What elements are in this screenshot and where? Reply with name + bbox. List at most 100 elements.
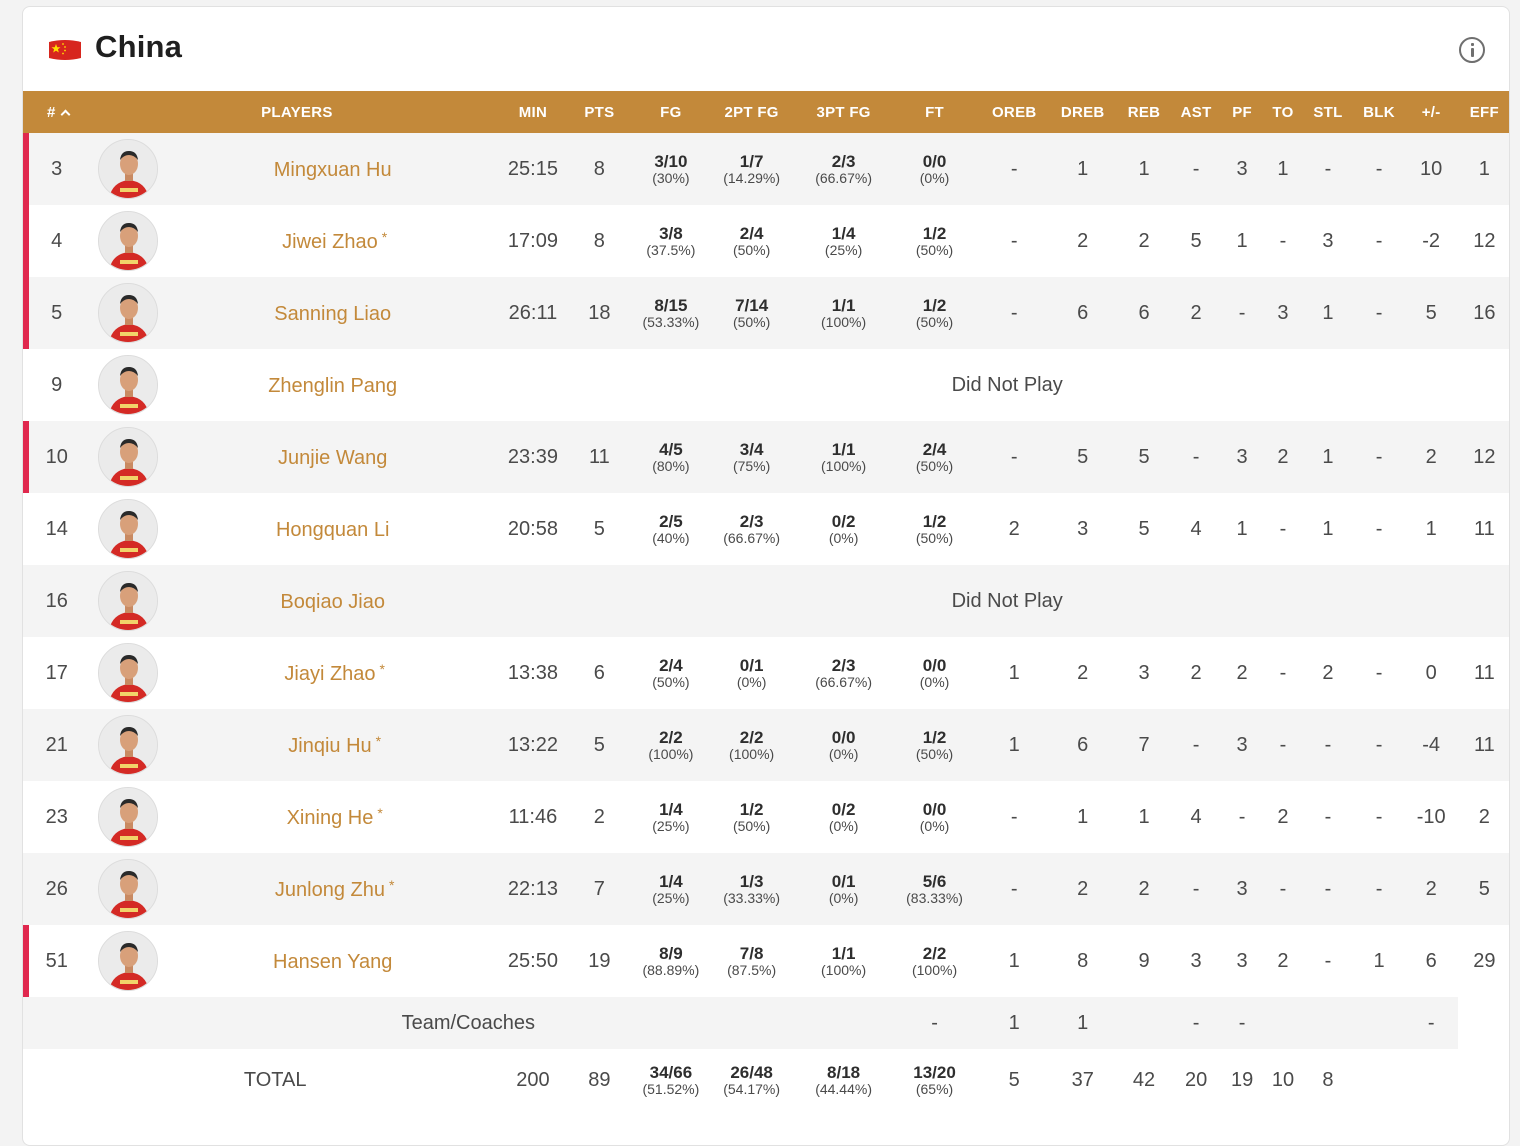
offensive-rebounds: 1 [979, 637, 1049, 709]
points: 5 [562, 493, 637, 565]
col-ft[interactable]: FT [889, 91, 980, 133]
player-name-link[interactable]: Jiayi Zhao [284, 663, 375, 685]
points: 7 [562, 853, 637, 925]
player-row[interactable]: 23 Xining He * 11:46 2 1/4 (25%) 1/2 (50%) 0/2 (0%… [23, 781, 1509, 853]
jersey-number: 10 [23, 421, 91, 493]
field-goals: 4/5 (80%) [636, 421, 706, 493]
turnovers: - [1263, 853, 1303, 925]
col-min[interactable]: MIN [503, 91, 563, 133]
player-row[interactable]: 9 Zhenglin Pang Did Not Play [23, 349, 1509, 421]
col-oreb[interactable]: OREB [979, 91, 1049, 133]
col-dreb[interactable]: DREB [1048, 91, 1117, 133]
col-stl[interactable]: STL [1302, 91, 1354, 133]
player-avatar[interactable] [98, 283, 159, 343]
total-3pt-fg: 8/18 (44.44%) [797, 1049, 890, 1111]
star-marker: * [381, 228, 388, 245]
did-not-play-label: Did Not Play [503, 565, 1509, 637]
col-eff[interactable]: EFF [1457, 91, 1509, 133]
offensive-rebounds: 1 [979, 709, 1049, 781]
player-name-link[interactable]: Xining He [287, 807, 374, 829]
col-3pt-fg[interactable]: 3PT FG [797, 91, 890, 133]
player-avatar[interactable] [98, 931, 159, 991]
col-plus-minus[interactable]: +/- [1404, 91, 1458, 133]
player-name-link[interactable]: Zhenglin Pang [268, 375, 397, 397]
steals: - [1302, 133, 1354, 205]
player-row[interactable]: 5 Sanning Liao 26:11 18 8/15 (53.33%) 7/14 (50%… [23, 277, 1509, 349]
player-name-link[interactable]: Junjie Wang [278, 447, 387, 469]
player-name-link[interactable]: Mingxuan Hu [274, 159, 392, 181]
player-row[interactable]: 3 Mingxuan Hu 25:15 8 3/10 (30%) 1/7 (14.29%) 2/… [23, 133, 1509, 205]
col-players[interactable]: PLAYERS [90, 91, 504, 133]
col-blk[interactable]: BLK [1353, 91, 1405, 133]
field-goals: 3/10 (30%) [636, 133, 706, 205]
star-marker: * [377, 804, 383, 821]
player-avatar[interactable] [98, 427, 159, 487]
jersey-number: 9 [23, 349, 91, 421]
defensive-rebounds: 3 [1048, 493, 1117, 565]
minutes: 22:13 [503, 853, 563, 925]
personal-fouls: 3 [1220, 133, 1264, 205]
assists: - [1171, 133, 1221, 205]
player-name-link[interactable]: Jinqiu Hu [288, 735, 371, 757]
minutes: 20:58 [503, 493, 563, 565]
assists: - [1171, 709, 1221, 781]
turnovers: 2 [1263, 421, 1303, 493]
player-row[interactable]: 26 Junlong Zhu * 22:13 7 1/4 (25%) 1/3 (33.33%) 0… [23, 853, 1509, 925]
free-throws: 1/2 (50%) [889, 277, 980, 349]
col-pts[interactable]: PTS [562, 91, 637, 133]
rebounds: 5 [1116, 421, 1172, 493]
steals: 1 [1302, 277, 1354, 349]
player-name-link[interactable]: Junlong Zhu [275, 879, 385, 901]
star-marker: * [379, 660, 385, 677]
points: 2 [562, 781, 637, 853]
assists: - [1171, 853, 1221, 925]
minutes: 13:38 [503, 637, 563, 709]
player-name-cell: Hansen Yang [166, 925, 504, 997]
player-name-link[interactable]: Boqiao Jiao [280, 591, 385, 613]
jersey-number: 5 [23, 277, 91, 349]
col-number[interactable]: # [23, 91, 91, 133]
box-score-table: # PLAYERS MIN PTS FG 2PT FG 3PT FG FT OR… [23, 91, 1509, 1111]
personal-fouls: 1 [1220, 205, 1264, 277]
player-avatar[interactable] [98, 211, 159, 271]
player-row[interactable]: 21 Jinqiu Hu * 13:22 5 2/2 (100%) 2/2 (100%) 0/0(… [23, 709, 1509, 781]
player-row[interactable]: 17 Jiayi Zhao * 13:38 6 2/4 (50%) 0/1 (0%) 2/3 (66… [23, 637, 1509, 709]
player-name-link[interactable]: Hongquan Li [276, 519, 389, 541]
defensive-rebounds: 6 [1048, 709, 1117, 781]
minutes: 17:09 [503, 205, 563, 277]
field-goals: 8/15 (53.33%) [636, 277, 706, 349]
col-pf[interactable]: PF [1220, 91, 1264, 133]
col-2pt-fg[interactable]: 2PT FG [705, 91, 798, 133]
efficiency: 2 [1457, 781, 1509, 853]
player-name-link[interactable]: Sanning Liao [274, 303, 391, 325]
two-point-fg: 2/4 (50%) [705, 205, 798, 277]
minutes: 25:50 [503, 925, 563, 997]
player-avatar[interactable] [98, 643, 159, 703]
player-avatar[interactable] [98, 571, 159, 631]
defensive-rebounds: 6 [1048, 277, 1117, 349]
player-avatar[interactable] [98, 715, 159, 775]
personal-fouls: 3 [1220, 853, 1264, 925]
col-to[interactable]: TO [1263, 91, 1303, 133]
player-row[interactable]: 4 Jiwei Zhao * 17:09 8 3/8 (37.5%) 2/4 (50%) 1/4(… [23, 205, 1509, 277]
col-ast[interactable]: AST [1171, 91, 1221, 133]
player-avatar[interactable] [98, 355, 159, 415]
two-point-fg: 7/14 (50%) [705, 277, 798, 349]
player-row[interactable]: 10 Junjie Wang 23:39 11 4/5 (80%) 3/4 (75%) 1/1(… [23, 421, 1509, 493]
efficiency: 11 [1457, 493, 1509, 565]
player-avatar[interactable] [98, 499, 159, 559]
player-row[interactable]: 14 Hongquan Li 20:58 5 2/5 (40%) 2/3 (66.67%) 0/… [23, 493, 1509, 565]
col-fg[interactable]: FG [636, 91, 706, 133]
info-icon[interactable] [1459, 37, 1485, 63]
total-ft: 13/20 (65%) [889, 1049, 980, 1111]
player-name-link[interactable]: Hansen Yang [273, 951, 392, 973]
free-throws: 2/4 (50%) [889, 421, 980, 493]
player-avatar[interactable] [98, 787, 159, 847]
col-reb[interactable]: REB [1116, 91, 1172, 133]
player-avatar[interactable] [98, 859, 159, 919]
offensive-rebounds: - [979, 781, 1049, 853]
player-avatar[interactable] [98, 139, 159, 199]
player-row[interactable]: 16 Boqiao Jiao Did Not Play [23, 565, 1509, 637]
player-name-link[interactable]: Jiwei Zhao [282, 231, 378, 253]
player-row[interactable]: 51 Hansen Yang 25:50 19 8/9 (88.89%) 7/8 (87.5%… [23, 925, 1509, 997]
